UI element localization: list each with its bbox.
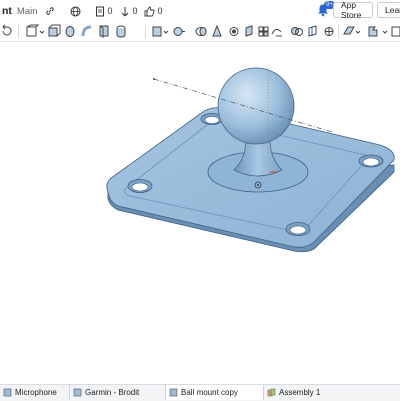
hole-icon[interactable] bbox=[229, 27, 239, 36]
tab-ball-mount-copy[interactable]: Ball mount copy bbox=[166, 385, 264, 400]
globe-icon[interactable] bbox=[70, 4, 82, 18]
ball-sphere[interactable] bbox=[217, 67, 295, 145]
tab-label: Garmin - Brodit bbox=[85, 388, 140, 397]
transform-icon[interactable] bbox=[324, 27, 334, 36]
part-studio-icon bbox=[169, 388, 178, 397]
sweep-icon[interactable] bbox=[81, 25, 92, 37]
graphics-viewport[interactable] bbox=[0, 42, 400, 384]
chevron-down-icon-4[interactable] bbox=[382, 30, 388, 34]
measure-icon[interactable] bbox=[368, 26, 378, 37]
part-studio-icon bbox=[73, 388, 82, 397]
follow-icon[interactable] bbox=[119, 4, 131, 18]
ball-mount-model[interactable] bbox=[0, 42, 400, 384]
toolbar-icons bbox=[2, 24, 400, 38]
axis-endpoint bbox=[153, 78, 155, 80]
part-studio-icon bbox=[3, 388, 12, 397]
feature-toolbar bbox=[0, 22, 400, 42]
learning-center-button[interactable]: Learni bbox=[377, 2, 400, 18]
pattern-icon[interactable] bbox=[258, 26, 269, 37]
versions-count: 0 bbox=[107, 6, 113, 16]
versions-icon[interactable] bbox=[94, 4, 106, 18]
follow-count: 0 bbox=[132, 6, 138, 16]
sketch-icon[interactable] bbox=[26, 24, 40, 37]
mirror-icon[interactable] bbox=[271, 28, 282, 37]
section-view-icon[interactable] bbox=[391, 26, 400, 37]
undo-icon[interactable] bbox=[2, 24, 12, 36]
chevron-down-icon-2[interactable] bbox=[163, 30, 169, 34]
plane-icon[interactable] bbox=[343, 26, 355, 35]
top-header-bar: nt Main 0 0 0 9+ App Store Learni bbox=[0, 0, 400, 23]
like-icon[interactable] bbox=[144, 4, 156, 18]
thicken-icon[interactable] bbox=[116, 25, 126, 38]
branch-label[interactable]: Main bbox=[17, 6, 38, 17]
mounting-hole-back-right[interactable] bbox=[358, 154, 384, 168]
tab-label: Ball mount copy bbox=[181, 388, 238, 397]
link-icon[interactable] bbox=[44, 4, 56, 18]
fillet-icon[interactable] bbox=[152, 26, 162, 37]
split-icon[interactable] bbox=[308, 25, 317, 37]
mounting-hole-front-left[interactable] bbox=[127, 179, 153, 193]
document-title[interactable]: nt bbox=[2, 5, 12, 17]
chamfer-icon[interactable] bbox=[173, 27, 185, 36]
shell-icon[interactable] bbox=[195, 27, 207, 36]
tab-label: Microphone bbox=[15, 388, 57, 397]
tab-microphone[interactable]: Microphone bbox=[0, 385, 70, 400]
extrude-icon[interactable] bbox=[48, 24, 61, 37]
loft-icon[interactable] bbox=[99, 25, 109, 38]
tab-label: Assembly 1 bbox=[279, 388, 321, 397]
toolbar-separator bbox=[18, 25, 19, 38]
chevron-down-icon[interactable] bbox=[39, 30, 45, 34]
mounting-hole-front-right[interactable] bbox=[285, 222, 311, 236]
revolve-icon[interactable] bbox=[65, 26, 75, 37]
tab-assembly-1[interactable]: Assembly 1 bbox=[264, 385, 400, 400]
toolbar-separator bbox=[338, 25, 339, 38]
draft-icon[interactable] bbox=[212, 24, 222, 37]
assembly-icon bbox=[267, 388, 276, 397]
document-tab-bar: Microphone Garmin - Brodit Ball mount co… bbox=[0, 384, 400, 401]
toolbar-separator bbox=[145, 25, 146, 38]
rib-icon[interactable] bbox=[245, 25, 253, 37]
notifications-button[interactable]: 9+ bbox=[316, 1, 335, 19]
tab-garmin-brodit[interactable]: Garmin - Brodit bbox=[70, 385, 166, 400]
boolean-icon[interactable] bbox=[291, 27, 303, 36]
likes-count: 0 bbox=[157, 6, 163, 16]
chevron-down-icon-3[interactable] bbox=[355, 30, 361, 34]
app-store-button[interactable]: App Store bbox=[333, 0, 373, 20]
